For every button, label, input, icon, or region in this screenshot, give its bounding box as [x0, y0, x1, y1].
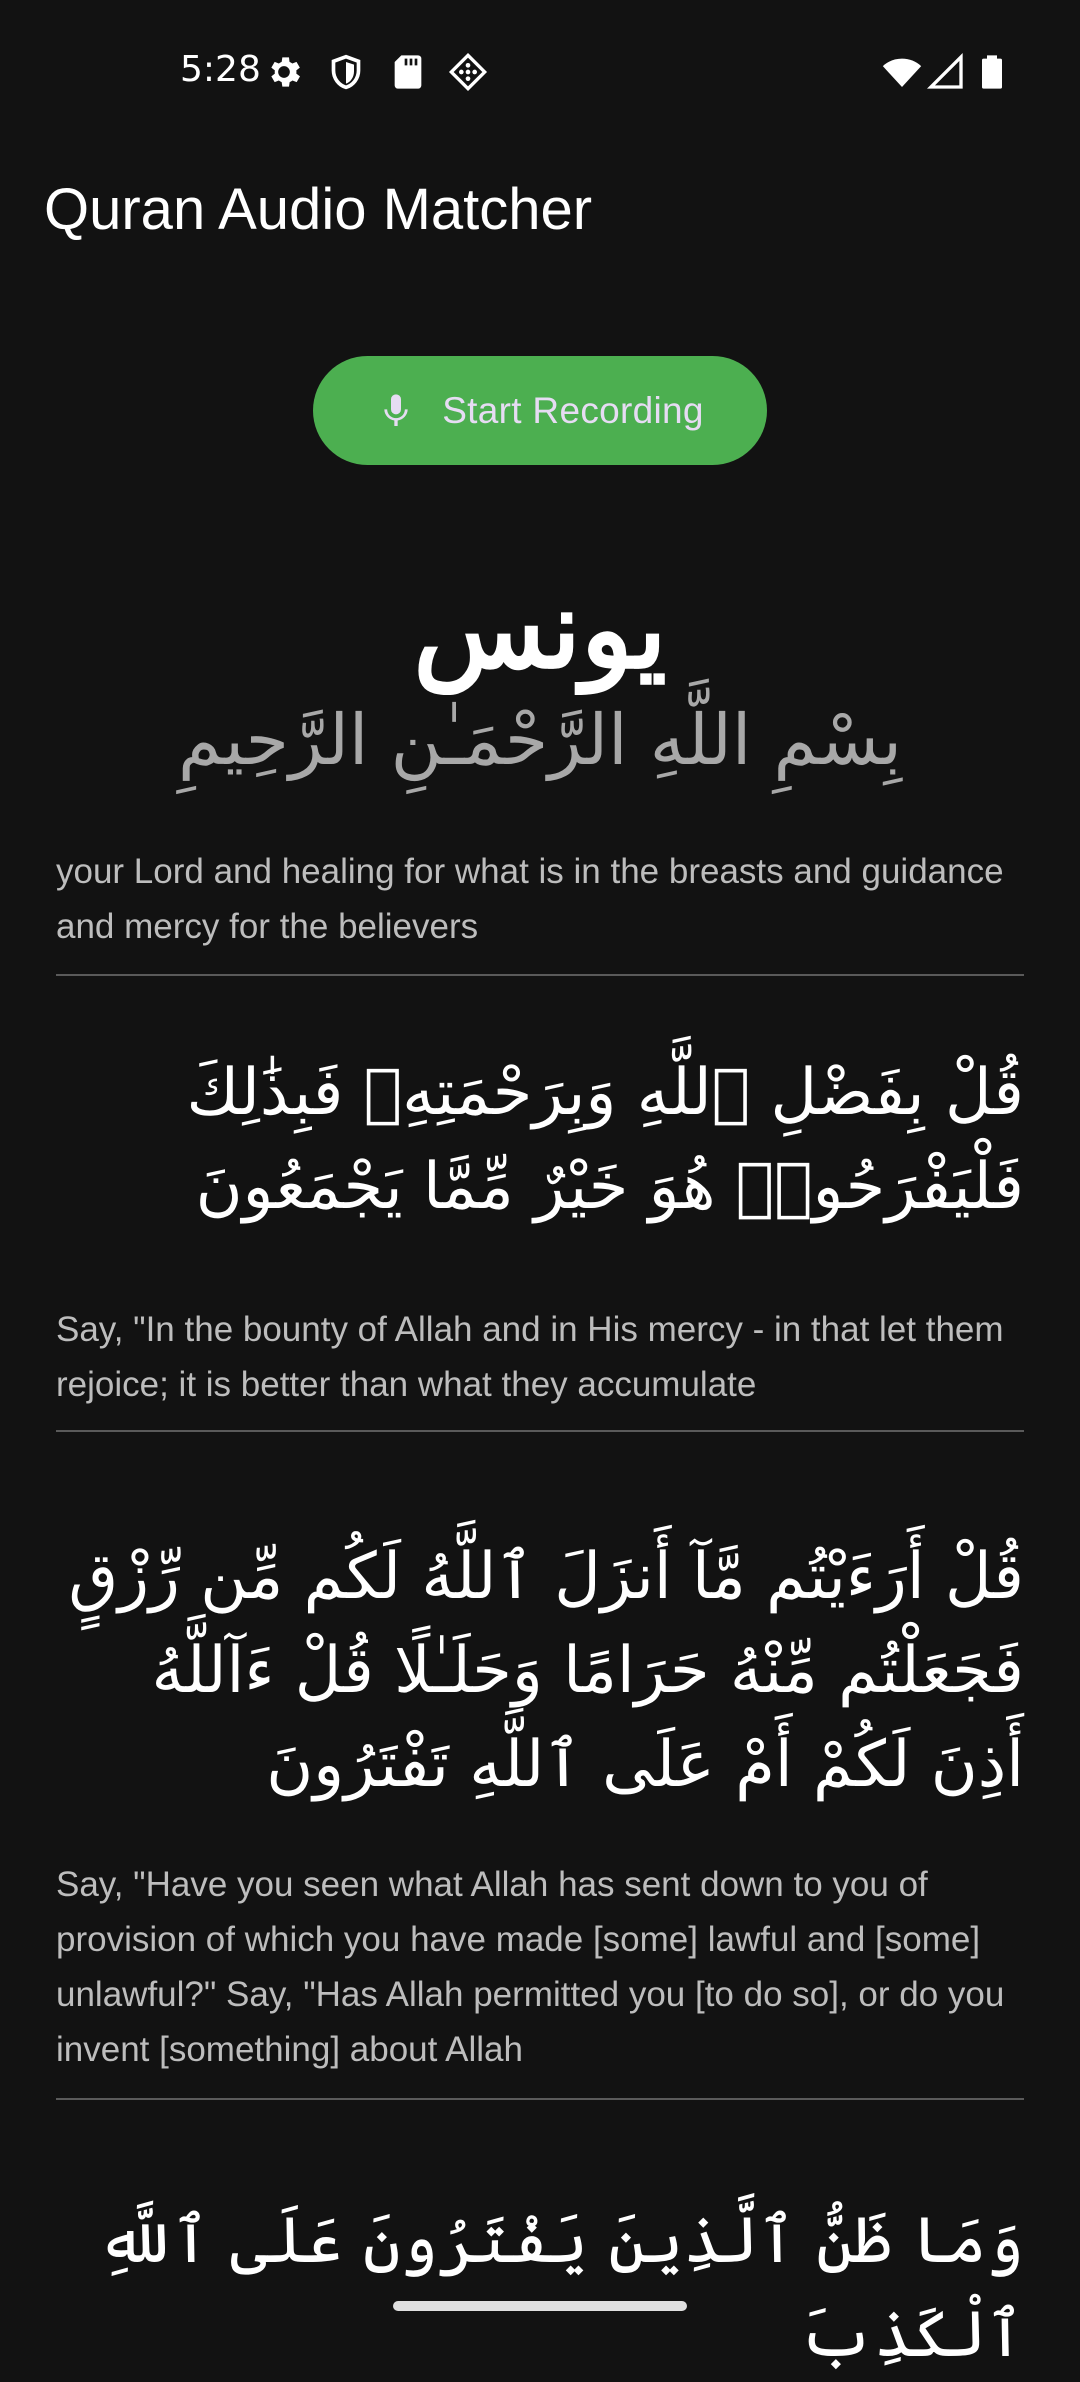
divider — [56, 974, 1024, 976]
start-recording-label: Start Recording — [442, 389, 704, 431]
microphone-icon — [376, 387, 416, 435]
status-bar: 5:28 — [0, 0, 1080, 140]
verse-arabic: قُلْ بِفَضْلِ ٱللَّهِ وَبِرَحْمَتِهِۦ فَ… — [186, 1056, 1024, 1224]
basmala: بِسْمِ اللَّهِ الرَّحْمَـٰنِ الرَّحِيمِ — [177, 699, 903, 781]
surah-title: يونس — [413, 567, 667, 693]
battery-icon — [972, 52, 1012, 92]
verse-translation: Say, "Have you seen what Allah has sent … — [56, 1865, 1005, 2069]
settings-gear-icon — [264, 52, 304, 92]
divider — [56, 1430, 1024, 1432]
start-recording-button[interactable]: Start Recording — [313, 356, 767, 465]
divider — [56, 2098, 1024, 2100]
verse-arabic: قُلْ أَرَءَيْتُم مَّآ أَنزَلَ ٱللَّهُ لَ… — [68, 1540, 1024, 1802]
wifi-icon — [882, 52, 922, 92]
gesture-navigation-bar[interactable] — [393, 2301, 687, 2311]
status-time: 5:28 — [180, 49, 261, 90]
app-title: Quran Audio Matcher — [44, 177, 593, 242]
verse-translation: Say, "In the bounty of Allah and in His … — [56, 1310, 1004, 1404]
cellular-signal-icon — [926, 52, 966, 92]
verse-translation: your Lord and healing for what is in the… — [56, 852, 1004, 946]
diamond-grid-icon — [448, 52, 488, 92]
sd-card-icon — [388, 52, 428, 92]
verse-arabic: وَمَا ظَنُّ ٱلَّذِينَ يَفْتَرُونَ عَلَى … — [97, 2204, 1024, 2372]
shield-icon — [326, 52, 366, 92]
